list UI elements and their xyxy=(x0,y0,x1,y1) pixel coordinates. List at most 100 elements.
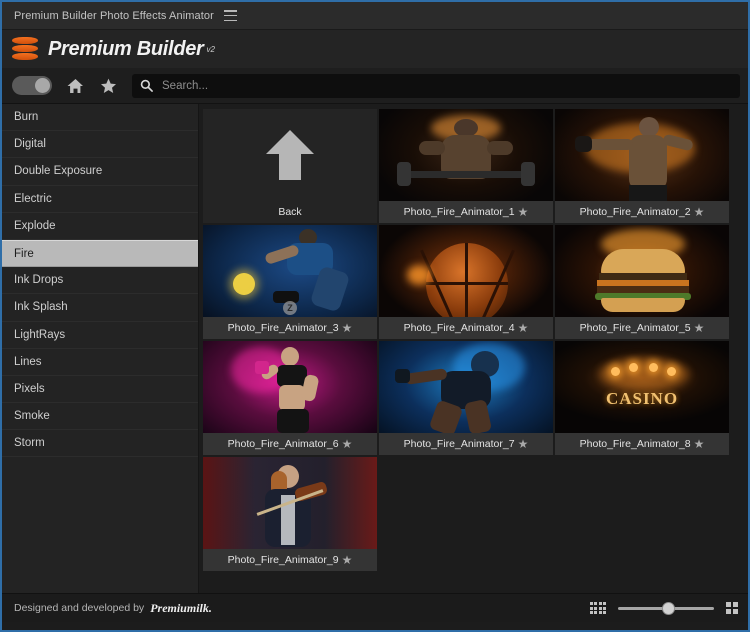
thumbnail-label: Photo_Fire_Animator_7 ★ xyxy=(379,433,553,455)
sidebar-item-lightrays[interactable]: LightRays xyxy=(2,322,198,349)
favorite-star-icon[interactable]: ★ xyxy=(518,206,529,218)
toggle-knob xyxy=(35,78,50,93)
zoom-slider[interactable] xyxy=(618,601,714,615)
sidebar-item-double-exposure[interactable]: Double Exposure xyxy=(2,158,198,186)
sidebar-item-explode[interactable]: Explode xyxy=(2,213,198,240)
thumbnail-tile[interactable]: Photo_Fire_Animator_1 ★ xyxy=(379,109,553,223)
mode-toggle[interactable] xyxy=(12,76,52,95)
thumbnail-label: Photo_Fire_Animator_3 ★ xyxy=(203,317,377,339)
thumbnail-label-text: Photo_Fire_Animator_9 xyxy=(227,554,339,566)
thumbnail-image: Z xyxy=(203,225,377,317)
back-thumb xyxy=(203,109,377,201)
thumbnail-label: Photo_Fire_Animator_6 ★ xyxy=(203,433,377,455)
favorite-star-icon[interactable]: ★ xyxy=(342,438,353,450)
casino-overlay-text: CASINO xyxy=(605,388,679,408)
sidebar-item-label: Burn xyxy=(14,111,39,124)
thumbnail-tile[interactable]: CASINO Photo_Fire_Animator_8 ★ xyxy=(555,341,729,455)
sidebar-item-label: LightRays xyxy=(14,328,66,341)
brand-version: v2 xyxy=(206,44,215,54)
zoom-controls xyxy=(589,601,738,615)
thumbnail-image xyxy=(379,225,553,317)
sidebar-item-electric[interactable]: Electric xyxy=(2,186,198,213)
thumbnail-image xyxy=(379,341,553,433)
grid-large-icon[interactable] xyxy=(726,602,738,614)
sidebar-item-label: Lines xyxy=(14,355,42,368)
application-window: Premium Builder Photo Effects Animator P… xyxy=(0,0,750,632)
thumbnail-label: Photo_Fire_Animator_2 ★ xyxy=(555,201,729,223)
sidebar-item-digital[interactable]: Digital xyxy=(2,131,198,159)
thumbnail-label: Photo_Fire_Animator_4 ★ xyxy=(379,317,553,339)
back-tile[interactable]: Back xyxy=(203,109,377,223)
thumbnail-tile[interactable]: Photo_Fire_Animator_4 ★ xyxy=(379,225,553,339)
thumbnail-label-text: Photo_Fire_Animator_5 xyxy=(579,322,691,334)
sidebar-item-label: Ink Splash xyxy=(14,301,68,314)
brand-name: Premium Builder xyxy=(48,37,204,60)
toolbar xyxy=(2,68,748,104)
window-title: Premium Builder Photo Effects Animator xyxy=(14,9,214,22)
thumbnail-tile[interactable]: Photo_Fire_Animator_6 ★ xyxy=(203,341,377,455)
status-bar: Designed and developed by Premiumilk. xyxy=(2,593,748,622)
grid-small-icon[interactable] xyxy=(589,602,606,614)
favorite-star-icon[interactable]: ★ xyxy=(694,438,705,450)
sidebar-item-label: Double Exposure xyxy=(14,165,103,178)
main-body: Burn Digital Double Exposure Electric Ex… xyxy=(2,104,748,593)
thumbnail-grid: Back Photo_Fire_Animator_1 ★ Photo_Fire_… xyxy=(203,109,744,571)
z-badge: Z xyxy=(283,301,297,315)
hamburger-icon[interactable] xyxy=(223,10,237,21)
title-bar: Premium Builder Photo Effects Animator xyxy=(2,2,748,30)
back-label-text: Back xyxy=(278,206,302,218)
arrow-up-icon xyxy=(266,130,314,180)
thumbnail-image xyxy=(203,341,377,433)
credit-text: Designed and developed by xyxy=(14,602,145,614)
search-bar[interactable] xyxy=(132,73,740,98)
favorite-star-icon[interactable]: ★ xyxy=(694,322,705,334)
star-icon[interactable] xyxy=(98,76,118,96)
sidebar-item-label: Electric xyxy=(14,192,52,205)
favorite-star-icon[interactable]: ★ xyxy=(694,206,705,218)
thumbnail-tile[interactable]: Photo_Fire_Animator_2 ★ xyxy=(555,109,729,223)
thumbnail-image xyxy=(379,109,553,201)
sidebar-item-label: Explode xyxy=(14,219,56,232)
credit-block: Designed and developed by Premiumilk. xyxy=(14,601,212,616)
sidebar-item-fire[interactable]: Fire xyxy=(2,239,198,268)
home-icon[interactable] xyxy=(65,76,85,96)
thumbnail-label: Photo_Fire_Animator_1 ★ xyxy=(379,201,553,223)
sidebar-item-label: Smoke xyxy=(14,410,50,423)
thumbnail-tile[interactable]: Photo_Fire_Animator_9 ★ xyxy=(203,457,377,571)
thumbnail-grid-area: Back Photo_Fire_Animator_1 ★ Photo_Fire_… xyxy=(199,104,748,593)
favorite-star-icon[interactable]: ★ xyxy=(342,322,353,334)
thumbnail-label-text: Photo_Fire_Animator_6 xyxy=(227,438,339,450)
favorite-star-icon[interactable]: ★ xyxy=(518,438,529,450)
thumbnail-tile[interactable]: Photo_Fire_Animator_5 ★ xyxy=(555,225,729,339)
sidebar-item-label: Ink Drops xyxy=(14,274,64,287)
sidebar-item-storm[interactable]: Storm xyxy=(2,430,198,458)
thumbnail-label: Photo_Fire_Animator_9 ★ xyxy=(203,549,377,571)
search-input[interactable] xyxy=(162,79,732,92)
thumbnail-tile[interactable]: Z Photo_Fire_Animator_3 ★ xyxy=(203,225,377,339)
thumbnail-label-text: Photo_Fire_Animator_1 xyxy=(403,206,515,218)
category-sidebar: Burn Digital Double Exposure Electric Ex… xyxy=(2,104,199,593)
sidebar-item-smoke[interactable]: Smoke xyxy=(2,403,198,431)
thumbnail-image xyxy=(555,109,729,201)
search-icon xyxy=(140,79,153,92)
thumbnail-label-text: Photo_Fire_Animator_7 xyxy=(403,438,515,450)
sidebar-item-ink-splash[interactable]: Ink Splash xyxy=(2,294,198,322)
favorite-star-icon[interactable]: ★ xyxy=(518,322,529,334)
sidebar-item-burn[interactable]: Burn xyxy=(2,104,198,132)
back-tile-label: Back xyxy=(203,201,377,223)
sidebar-item-ink-drops[interactable]: Ink Drops xyxy=(2,267,198,295)
thumbnail-label: Photo_Fire_Animator_8 ★ xyxy=(555,433,729,455)
thumbnail-label-text: Photo_Fire_Animator_3 xyxy=(227,322,339,334)
sidebar-item-lines[interactable]: Lines xyxy=(2,349,198,376)
thumbnail-label-text: Photo_Fire_Animator_2 xyxy=(579,206,691,218)
thumbnail-label-text: Photo_Fire_Animator_8 xyxy=(579,438,691,450)
favorite-star-icon[interactable]: ★ xyxy=(342,554,353,566)
thumbnail-tile[interactable]: Photo_Fire_Animator_7 ★ xyxy=(379,341,553,455)
sidebar-item-label: Pixels xyxy=(14,382,45,395)
thumbnail-image: CASINO xyxy=(555,341,729,433)
sidebar-item-label: Digital xyxy=(14,138,46,151)
sidebar-item-label: Storm xyxy=(14,437,45,450)
zoom-slider-thumb[interactable] xyxy=(662,602,676,615)
thumbnail-image xyxy=(203,457,377,549)
sidebar-item-pixels[interactable]: Pixels xyxy=(2,376,198,404)
